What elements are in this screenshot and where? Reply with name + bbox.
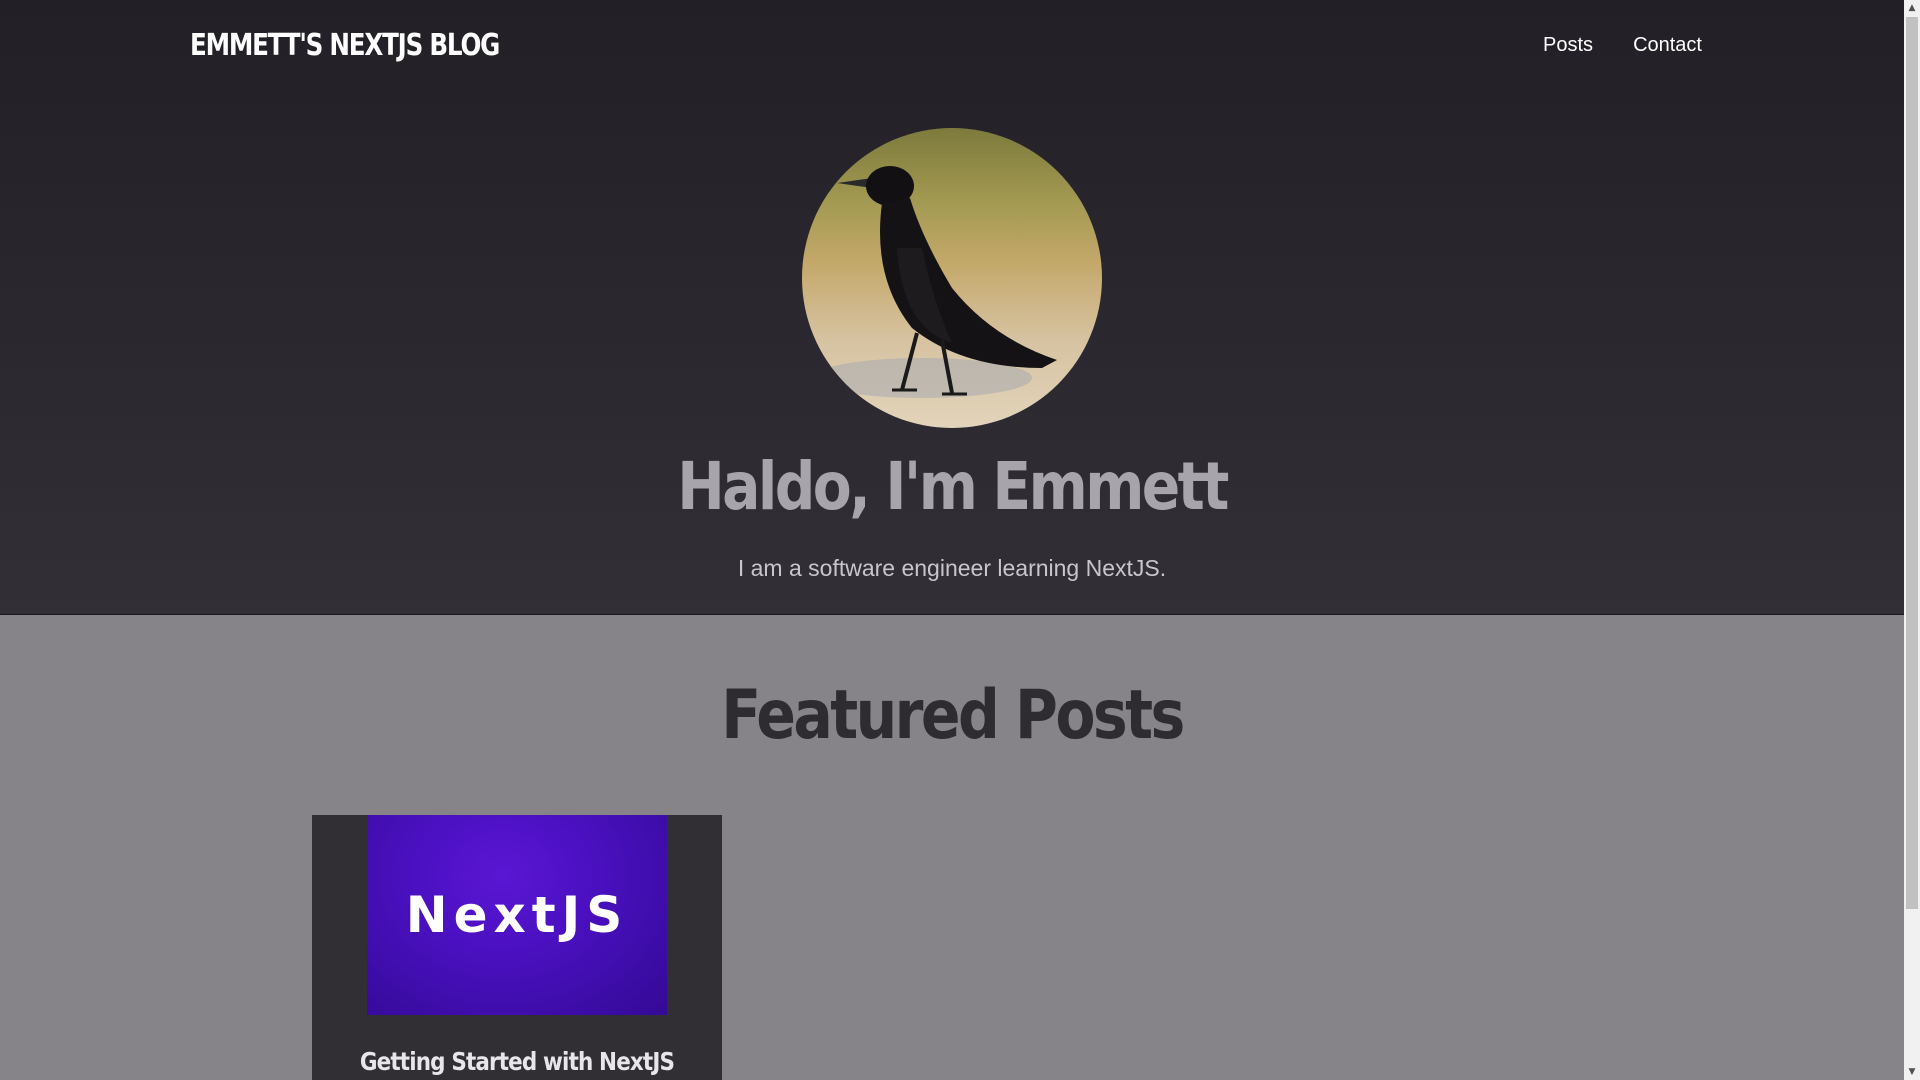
post-card[interactable]: NextJS Getting Started with NextJS: [312, 815, 722, 1080]
nav-contact-link[interactable]: Contact: [1633, 34, 1702, 57]
nav-posts-link[interactable]: Posts: [1543, 34, 1593, 57]
scrollbar-thumb[interactable]: [1906, 17, 1918, 909]
avatar: [802, 128, 1102, 428]
crow-photo: [802, 128, 1102, 428]
post-title[interactable]: Getting Started with NextJS: [341, 1047, 694, 1076]
site-logo[interactable]: EMMETT'S NEXTJS BLOG: [190, 28, 500, 63]
hero-section: EMMETT'S NEXTJS BLOG Posts Contact Haldo…: [0, 0, 1904, 615]
vertical-scrollbar[interactable]: ▲ ▼: [1904, 0, 1920, 1080]
hero-subtitle: I am a software engineer learning NextJS…: [737, 555, 1167, 581]
post-thumbnail[interactable]: NextJS: [367, 815, 667, 1015]
page: EMMETT'S NEXTJS BLOG Posts Contact Haldo…: [0, 0, 1904, 1080]
chevron-up-icon[interactable]: ▲: [1904, 0, 1920, 16]
featured-heading: Featured Posts: [721, 676, 1185, 755]
main-nav: Posts Contact: [1543, 34, 1702, 57]
post-thumbnail-text: NextJS: [405, 886, 629, 944]
hero-title: Haldo, I'm Emmett: [677, 448, 1229, 525]
chevron-down-icon[interactable]: ▼: [1904, 1064, 1920, 1080]
